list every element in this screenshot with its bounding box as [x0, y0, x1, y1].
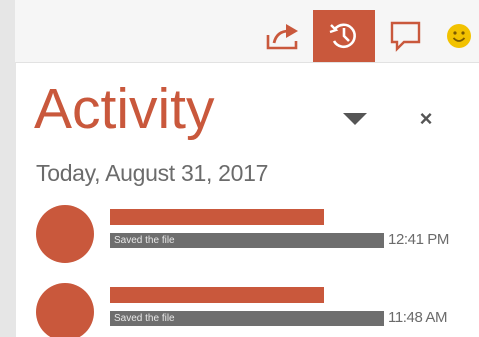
- activity-list-item[interactable]: Saved the file 11:48 AM: [16, 277, 479, 337]
- author-name-redacted: [110, 287, 324, 303]
- left-margin: [0, 0, 15, 337]
- app-window: Activity × Today, August 31, 2017 Saved …: [0, 0, 479, 337]
- activity-history-icon: [329, 23, 356, 49]
- comments-button[interactable]: [383, 10, 429, 62]
- activity-description: Saved the file: [110, 233, 384, 248]
- chevron-down-icon: [343, 113, 367, 125]
- activity-list-item[interactable]: Saved the file 12:41 PM: [16, 199, 479, 275]
- author-name-redacted: [110, 209, 324, 225]
- close-pane-button[interactable]: ×: [410, 103, 442, 135]
- pane-title: Activity: [34, 77, 215, 141]
- avatar: [36, 205, 94, 263]
- activity-description: Saved the file: [110, 311, 384, 326]
- activity-time: 11:48 AM: [388, 309, 448, 326]
- date-group-header: Today, August 31, 2017: [36, 160, 269, 186]
- share-icon: [266, 24, 298, 50]
- comment-icon: [390, 21, 421, 52]
- toolbar: [15, 0, 479, 62]
- activity-button[interactable]: [313, 10, 375, 62]
- feedback-button[interactable]: [439, 10, 479, 62]
- activity-pane: Activity × Today, August 31, 2017 Saved …: [15, 62, 479, 337]
- activity-time: 12:41 PM: [388, 231, 450, 248]
- share-button[interactable]: [257, 10, 309, 62]
- smiley-icon: [447, 24, 471, 48]
- close-icon: ×: [419, 106, 433, 131]
- avatar: [36, 283, 94, 337]
- pane-options-button[interactable]: [336, 105, 374, 133]
